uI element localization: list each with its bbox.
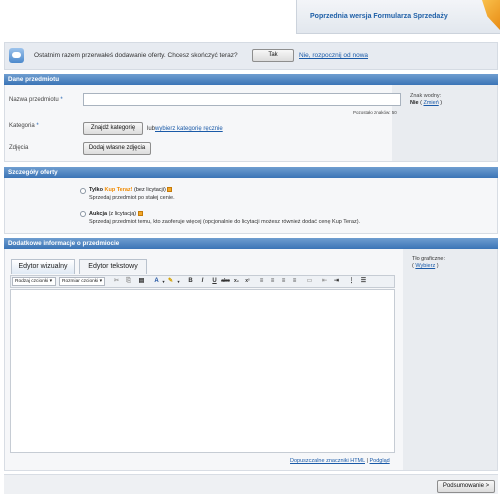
copy-icon[interactable]: ⎘ [124, 277, 133, 286]
info-icon[interactable] [167, 187, 173, 193]
previous-version-link[interactable]: Poprzednia wersja Formularza Sprzedaży [310, 13, 448, 20]
editor-links: Dopuszczalne znaczniki HTML | Podgląd [290, 458, 390, 464]
summary-button[interactable]: Podsumowanie > [437, 480, 495, 493]
tab-visual-editor[interactable]: Edytor wizualny [11, 259, 75, 274]
restart-link[interactable]: Nie, rozpocznij od nowa [299, 52, 368, 59]
font-size-select[interactable]: Rozmiar czcionki ▾ [59, 277, 105, 286]
font-family-select[interactable]: Rodzaj czcionki ▾ [12, 277, 56, 286]
auction-title: Aukcja (z licytacją) [89, 211, 143, 217]
item-name-label: Nazwa przedmiotu * [9, 97, 63, 103]
description-editor[interactable] [10, 289, 395, 453]
align-center-icon[interactable]: ≡ [268, 277, 277, 286]
background-choose-link[interactable]: Wybierz [415, 263, 435, 269]
category-label: Kategoria * [9, 123, 39, 129]
auction-description: Sprzedaj przedmiot temu, kto zaoferuje w… [89, 219, 361, 225]
buy-now-description: Sprzedaj przedmiot po stałej cenie. [89, 195, 175, 201]
preview-link[interactable]: Podgląd [370, 458, 390, 464]
underline-icon[interactable]: U [210, 277, 219, 286]
indent-icon[interactable]: ⇥ [332, 277, 341, 286]
align-left-icon[interactable]: ≡ [257, 277, 266, 286]
superscript-icon[interactable]: x² [243, 277, 252, 286]
watermark-row: Nie ( Zmień ) [410, 100, 443, 106]
background-panel [403, 249, 497, 470]
offer-section-body [4, 178, 498, 234]
italic-icon[interactable]: I [198, 277, 207, 286]
description-section-header: Dodatkowe informacje o przedmiocie [4, 238, 498, 249]
item-name-input[interactable] [83, 93, 401, 106]
numbered-list-icon[interactable]: ⋮ [347, 277, 356, 286]
chat-bubble-icon [9, 48, 24, 63]
add-photos-button[interactable]: Dodaj własne zdjęcia [83, 142, 151, 155]
tab-text-editor[interactable]: Edytor tekstowy [79, 259, 147, 274]
outdent-icon[interactable]: ⇤ [320, 277, 329, 286]
find-category-button[interactable]: Znajdź kategorię [83, 122, 143, 135]
paste-icon[interactable]: ▤ [137, 277, 146, 286]
strikethrough-icon[interactable]: abc [221, 277, 230, 286]
subscript-icon[interactable]: x₂ [232, 277, 241, 286]
allowed-html-link[interactable]: Dopuszczalne znaczniki HTML [290, 458, 365, 464]
offer-section-header: Szczegóły oferty [4, 167, 498, 178]
bullet-list-icon[interactable]: ☰ [359, 277, 368, 286]
or-text: lub [147, 126, 156, 132]
buy-now-title: Tylko Kup Teraz! (bez licytacji) [89, 187, 173, 193]
watermark-value: Nie [410, 100, 419, 106]
align-justify-icon[interactable]: ≡ [290, 277, 299, 286]
line-icon[interactable]: ▭ [305, 277, 314, 286]
resume-notice-text: Ostatnim razem przerwałeś dodawanie ofer… [34, 52, 238, 59]
watermark-label: Znak wodny: [410, 93, 442, 99]
item-section-header: Dane przedmiotu [4, 74, 498, 85]
highlight-dropdown-icon[interactable]: ▾ [174, 277, 183, 286]
info-icon[interactable] [137, 211, 143, 217]
align-right-icon[interactable]: ≡ [279, 277, 288, 286]
footer-bar [4, 474, 498, 494]
background-label: Tło graficzne: [412, 256, 446, 262]
watermark-change-link[interactable]: Zmień [423, 100, 438, 106]
watermark-panel [392, 85, 497, 161]
choose-category-manually-link[interactable]: wybierz kategorię ręcznie [155, 126, 223, 132]
cut-icon[interactable]: ✂ [112, 277, 121, 286]
photos-label: Zdjęcia [9, 145, 29, 151]
chars-left-counter: Pozostało znaków: 50 [353, 110, 397, 115]
resume-yes-button[interactable]: Tak [252, 49, 294, 62]
buy-now-radio[interactable] [80, 188, 86, 194]
auction-radio[interactable] [80, 211, 86, 217]
background-row: ( Wybierz ) [412, 263, 439, 269]
bold-icon[interactable]: B [186, 277, 195, 286]
